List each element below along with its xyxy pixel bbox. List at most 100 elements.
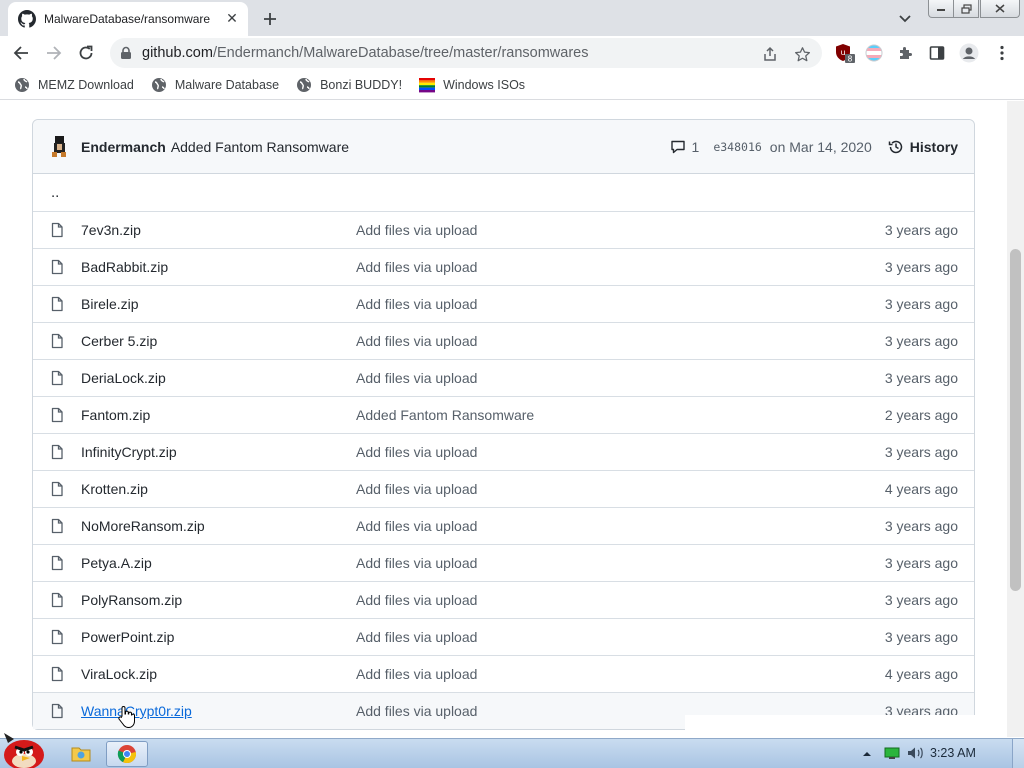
star-icon — [794, 46, 810, 61]
file-row[interactable]: PowerPoint.zip Add files via upload 3 year… — [33, 618, 974, 655]
file-row[interactable]: DeriaLock.zip Add files via upload 3 years… — [33, 359, 974, 396]
file-name-link[interactable]: Cerber 5.zip — [81, 333, 356, 349]
url-path: /Endermanch/MalwareDatabase/tree/master/… — [212, 45, 589, 61]
file-name-link[interactable]: Petya.A.zip — [81, 555, 356, 571]
file-icon — [51, 407, 63, 423]
file-row[interactable]: Krotten.zip Add files via upload 4 years a… — [33, 470, 974, 507]
back-button[interactable] — [8, 40, 34, 66]
overlay-patch — [685, 715, 1005, 737]
file-commit-message-link[interactable]: Add files via upload — [356, 629, 885, 645]
file-commit-message-link[interactable]: Added Fantom Ransomware — [356, 407, 885, 423]
file-name-link[interactable]: Birele.zip — [81, 296, 356, 312]
file-name-link[interactable]: Krotten.zip — [81, 481, 356, 497]
file-name-link[interactable]: NoMoreRansom.zip — [81, 518, 356, 534]
tab-search-button[interactable] — [894, 8, 916, 30]
start-button-angry-bird-icon[interactable] — [0, 729, 52, 768]
bookmark-windows-isos[interactable]: Windows ISOs — [419, 77, 525, 93]
file-row[interactable]: Birele.zip Add files via upload 3 years ag… — [33, 285, 974, 322]
new-tab-button[interactable] — [258, 7, 282, 31]
chevron-down-icon — [899, 15, 911, 23]
profile-button[interactable] — [956, 40, 982, 66]
share-button[interactable] — [760, 44, 780, 64]
file-commit-message-link[interactable]: Add files via upload — [356, 666, 885, 682]
taskbar-clock[interactable]: 3:23 AM — [930, 746, 976, 760]
file-name-link[interactable]: DeriaLock.zip — [81, 370, 356, 386]
bookmark-star-button[interactable] — [792, 44, 812, 64]
commit-message-link[interactable]: Added Fantom Ransomware — [171, 139, 670, 155]
restore-button[interactable] — [953, 0, 979, 18]
file-row[interactable]: BadRabbit.zip Add files via upload 3 years… — [33, 248, 974, 285]
file-row[interactable]: 7ev3n.zip Add files via upload 3 years ago — [33, 211, 974, 248]
bookmark-label: Bonzi BUDDY! — [320, 77, 403, 92]
file-name-link[interactable]: 7ev3n.zip — [81, 222, 356, 238]
commit-comments-link[interactable]: 1 — [670, 139, 699, 155]
parent-directory-link[interactable]: .. — [33, 174, 974, 211]
extension-badge: 8 — [848, 55, 853, 64]
tab-close-button[interactable]: ✕ — [224, 11, 240, 27]
network-tray-icon[interactable] — [883, 744, 901, 762]
file-commit-message-link[interactable]: Add files via upload — [356, 444, 885, 460]
file-row[interactable]: ViraLock.zip Add files via upload 4 years … — [33, 655, 974, 692]
bookmark-label: MEMZ Download — [38, 77, 134, 92]
ublock-extension-button[interactable]: u 8 — [832, 40, 858, 66]
file-row[interactable]: Petya.A.zip Add files via upload 3 years a… — [33, 544, 974, 581]
file-age: 2 years ago — [884, 407, 958, 423]
chrome-menu-button[interactable] — [989, 40, 1015, 66]
file-icon — [51, 222, 63, 238]
close-icon — [995, 4, 1005, 13]
page-scrollbar[interactable] — [1007, 101, 1024, 737]
extensions-button[interactable] — [893, 40, 919, 66]
file-row[interactable]: NoMoreRansom.zip Add files via upload 3 ye… — [33, 507, 974, 544]
browser-tab[interactable]: MalwareDatabase/ransomware ✕ — [8, 2, 248, 36]
file-commit-message-link[interactable]: Add files via upload — [356, 259, 885, 275]
bookmark-bonzi-buddy[interactable]: Bonzi BUDDY! — [296, 77, 402, 93]
file-commit-message-link[interactable]: Add files via upload — [356, 333, 885, 349]
file-commit-message-link[interactable]: Add files via upload — [356, 296, 885, 312]
file-commit-message-link[interactable]: Add files via upload — [356, 222, 885, 238]
tab-title: MalwareDatabase/ransomware — [44, 12, 211, 26]
file-commit-message-link[interactable]: Add files via upload — [356, 370, 885, 386]
file-name-link[interactable]: ViraLock.zip — [81, 666, 356, 682]
file-row[interactable]: Fantom.zip Added Fantom Ransomware 2 years… — [33, 396, 974, 433]
file-commit-message-link[interactable]: Add files via upload — [356, 518, 885, 534]
file-row[interactable]: Cerber 5.zip Add files via upload 3 years … — [33, 322, 974, 359]
trans-flag-icon — [865, 44, 883, 62]
window-close-button[interactable] — [980, 0, 1020, 18]
show-desktop-button[interactable] — [1012, 739, 1024, 768]
file-commit-message-link[interactable]: Add files via upload — [356, 481, 885, 497]
minimize-button[interactable] — [928, 0, 954, 18]
bookmark-malware-database[interactable]: Malware Database — [151, 77, 279, 93]
file-name-link[interactable]: Fantom.zip — [81, 407, 356, 423]
commit-author-link[interactable]: Endermanch — [81, 139, 166, 155]
scrollbar-thumb[interactable] — [1010, 249, 1021, 591]
avatar[interactable] — [49, 135, 69, 159]
file-name-link[interactable]: PowerPoint.zip — [81, 629, 356, 645]
show-hidden-icons-button[interactable] — [860, 744, 874, 762]
file-age: 3 years ago — [884, 444, 958, 460]
forward-button[interactable] — [41, 40, 67, 66]
taskbar-explorer-button[interactable] — [66, 741, 96, 767]
file-name-link[interactable]: InfinityCrypt.zip — [81, 444, 356, 460]
file-name-link[interactable]: PolyRansom.zip — [81, 592, 356, 608]
address-bar[interactable]: github.com/Endermanch/MalwareDatabase/tr… — [110, 38, 822, 68]
file-commit-message-link[interactable]: Add files via upload — [356, 592, 885, 608]
history-link[interactable]: History — [888, 139, 958, 155]
chrome-icon — [117, 745, 137, 764]
volume-tray-icon[interactable] — [906, 744, 926, 762]
file-name-link[interactable]: BadRabbit.zip — [81, 259, 356, 275]
reload-button[interactable] — [73, 40, 99, 66]
bookmark-memz-download[interactable]: MEMZ Download — [14, 77, 134, 93]
file-row[interactable]: InfinityCrypt.zip Add files via upload 3 y… — [33, 433, 974, 470]
share-icon — [764, 46, 776, 61]
commit-sha-link[interactable]: e348016 — [713, 140, 761, 154]
file-age: 3 years ago — [884, 333, 958, 349]
file-commit-message-link[interactable]: Add files via upload — [356, 555, 885, 571]
reload-icon — [79, 45, 93, 60]
globe-icon — [151, 77, 166, 92]
file-icon — [51, 259, 63, 275]
flag-extension-button[interactable] — [861, 40, 887, 66]
side-panel-button[interactable] — [924, 40, 950, 66]
taskbar-chrome-button[interactable] — [106, 741, 148, 767]
file-row[interactable]: PolyRansom.zip Add files via upload 3 year… — [33, 581, 974, 618]
file-icon — [51, 666, 63, 682]
